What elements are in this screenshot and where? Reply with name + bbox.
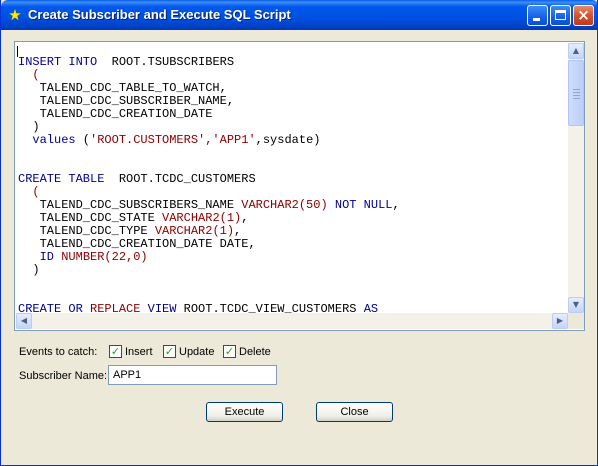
- dialog-window: ★ Create Subscriber and Execute SQL Scri…: [0, 0, 598, 466]
- sql-text: ROOT.TCDC_VIEW_CUSTOMERS: [176, 302, 364, 314]
- subscriber-name-input[interactable]: APP1: [108, 365, 277, 385]
- code-line: TALEND_CDC_TABLE_TO_WATCH,: [18, 81, 227, 95]
- maximize-icon: [555, 10, 566, 20]
- scroll-down-button[interactable]: ▼: [568, 297, 584, 313]
- code-line: TALEND_CDC_CREATION_DATE DATE,: [18, 237, 256, 251]
- grip-line: [573, 98, 580, 99]
- close-icon: ×: [577, 6, 590, 24]
- sql-text: ): [18, 120, 40, 134]
- code-line: INSERT INTO ROOT.TSUBSCRIBERS: [18, 55, 234, 69]
- sql-keyword: INSERT INTO: [18, 55, 98, 69]
- sql-text: (: [75, 133, 91, 147]
- sql-literal: NUMBER(22,0): [61, 250, 148, 264]
- sql-keyword: CREATE OR: [18, 302, 83, 314]
- sql-text: TALEND_CDC_TYPE: [18, 224, 155, 238]
- code-line: ): [18, 120, 40, 134]
- code-line: (: [18, 68, 40, 82]
- code-line: ): [18, 263, 40, 277]
- code-line: (: [18, 185, 40, 199]
- scroll-corner: [568, 313, 584, 329]
- checkmark-icon: ✓: [224, 345, 235, 358]
- sql-keyword: CREATE TABLE: [18, 172, 105, 186]
- sql-text: ,: [241, 211, 249, 225]
- events-label: Events to catch:: [19, 346, 98, 358]
- arrow-up-icon: ▲: [572, 46, 580, 55]
- sql-editor[interactable]: INSERT INTO ROOT.TSUBSCRIBERS ( TALEND_C…: [14, 41, 585, 331]
- vertical-scroll-thumb[interactable]: [568, 60, 584, 126]
- sql-text: ,: [234, 224, 242, 238]
- sql-text: TALEND_CDC_CREATION_DATE DATE,: [18, 237, 256, 251]
- delete-label[interactable]: Delete: [239, 346, 271, 358]
- sql-keyword: values: [18, 133, 76, 147]
- code-line: TALEND_CDC_SUBSCRIBER_NAME,: [18, 94, 234, 108]
- sql-text: TALEND_CDC_SUBSCRIBER_NAME,: [18, 94, 235, 108]
- subscriber-name-label: Subscriber Name:: [19, 370, 108, 382]
- sql-text-area[interactable]: INSERT INTO ROOT.TSUBSCRIBERS ( TALEND_C…: [16, 43, 567, 313]
- checkmark-icon: ✓: [164, 345, 175, 358]
- horizontal-scrollbar[interactable]: ◀ ▶: [16, 313, 568, 329]
- sql-text: TALEND_CDC_TABLE_TO_WATCH,: [18, 81, 227, 95]
- code-line: ID NUMBER(22,0): [18, 250, 148, 264]
- insert-label[interactable]: Insert: [125, 346, 153, 358]
- grip-line: [573, 89, 580, 90]
- execute-button[interactable]: Execute: [206, 402, 283, 422]
- arrow-right-icon: ▶: [556, 316, 564, 325]
- arrow-left-icon: ◀: [20, 316, 28, 325]
- maximize-button[interactable]: [550, 5, 571, 26]
- code-line: TALEND_CDC_SUBSCRIBERS_NAME VARCHAR2(50)…: [18, 198, 400, 212]
- delete-checkbox[interactable]: ✓: [223, 345, 236, 358]
- sql-text: TALEND_CDC_CREATION_DATE: [18, 107, 213, 121]
- sql-text: ROOT.TSUBSCRIBERS: [97, 55, 235, 69]
- code-line: TALEND_CDC_TYPE VARCHAR2(1),: [18, 224, 242, 238]
- sql-text: ,sysdate): [255, 133, 321, 147]
- title-bar[interactable]: ★ Create Subscriber and Execute SQL Scri…: [1, 0, 597, 30]
- insert-checkbox[interactable]: ✓: [109, 345, 122, 358]
- sql-text: ): [18, 263, 40, 277]
- minimize-icon: [533, 18, 540, 21]
- code-line: TALEND_CDC_STATE VARCHAR2(1),: [18, 211, 249, 225]
- vertical-scrollbar[interactable]: ▲ ▼: [568, 43, 584, 313]
- code-line: CREATE TABLE ROOT.TCDC_CUSTOMERS: [18, 172, 256, 186]
- arrow-down-icon: ▼: [572, 300, 580, 309]
- scroll-left-button[interactable]: ◀: [16, 313, 32, 329]
- sql-text: TALEND_CDC_STATE: [18, 211, 163, 225]
- sql-text: ROOT.TCDC_CUSTOMERS: [104, 172, 256, 186]
- sql-keyword: AS: [363, 302, 379, 314]
- minimize-button[interactable]: [527, 5, 548, 26]
- window-title: Create Subscriber and Execute SQL Script: [28, 7, 291, 22]
- sql-keyword: ID: [18, 250, 55, 264]
- sql-keyword: NOT NULL: [334, 198, 393, 212]
- scroll-right-button[interactable]: ▶: [552, 313, 568, 329]
- close-button[interactable]: Close: [316, 402, 393, 422]
- update-label[interactable]: Update: [179, 346, 214, 358]
- star-icon: ★: [8, 6, 22, 24]
- sql-text: ,: [392, 198, 400, 212]
- sql-literal: VARCHAR2(1): [154, 224, 235, 238]
- sql-code[interactable]: INSERT INTO ROOT.TSUBSCRIBERS ( TALEND_C…: [18, 55, 400, 314]
- update-checkbox[interactable]: ✓: [163, 345, 176, 358]
- sql-text: TALEND_CDC_SUBSCRIBERS_NAME: [18, 198, 242, 212]
- sql-literal: 'ROOT.CUSTOMERS','APP1': [90, 133, 256, 147]
- sql-literal: (: [18, 185, 40, 199]
- code-line: TALEND_CDC_CREATION_DATE: [18, 107, 213, 121]
- grip-line: [573, 92, 580, 93]
- grip-line: [573, 95, 580, 96]
- sql-literal: VARCHAR2(50): [241, 198, 328, 212]
- code-line: CREATE OR REPLACE VIEW ROOT.TCDC_VIEW_CU…: [18, 302, 379, 314]
- scroll-up-button[interactable]: ▲: [568, 43, 584, 59]
- sql-literal: (: [18, 68, 40, 82]
- sql-literal: REPLACE: [90, 302, 141, 314]
- close-window-button[interactable]: ×: [573, 5, 594, 26]
- sql-keyword: VIEW: [147, 302, 177, 314]
- sql-literal: VARCHAR2(1): [162, 211, 242, 225]
- code-line: values ('ROOT.CUSTOMERS','APP1',sysdate): [18, 133, 320, 147]
- checkmark-icon: ✓: [110, 345, 121, 358]
